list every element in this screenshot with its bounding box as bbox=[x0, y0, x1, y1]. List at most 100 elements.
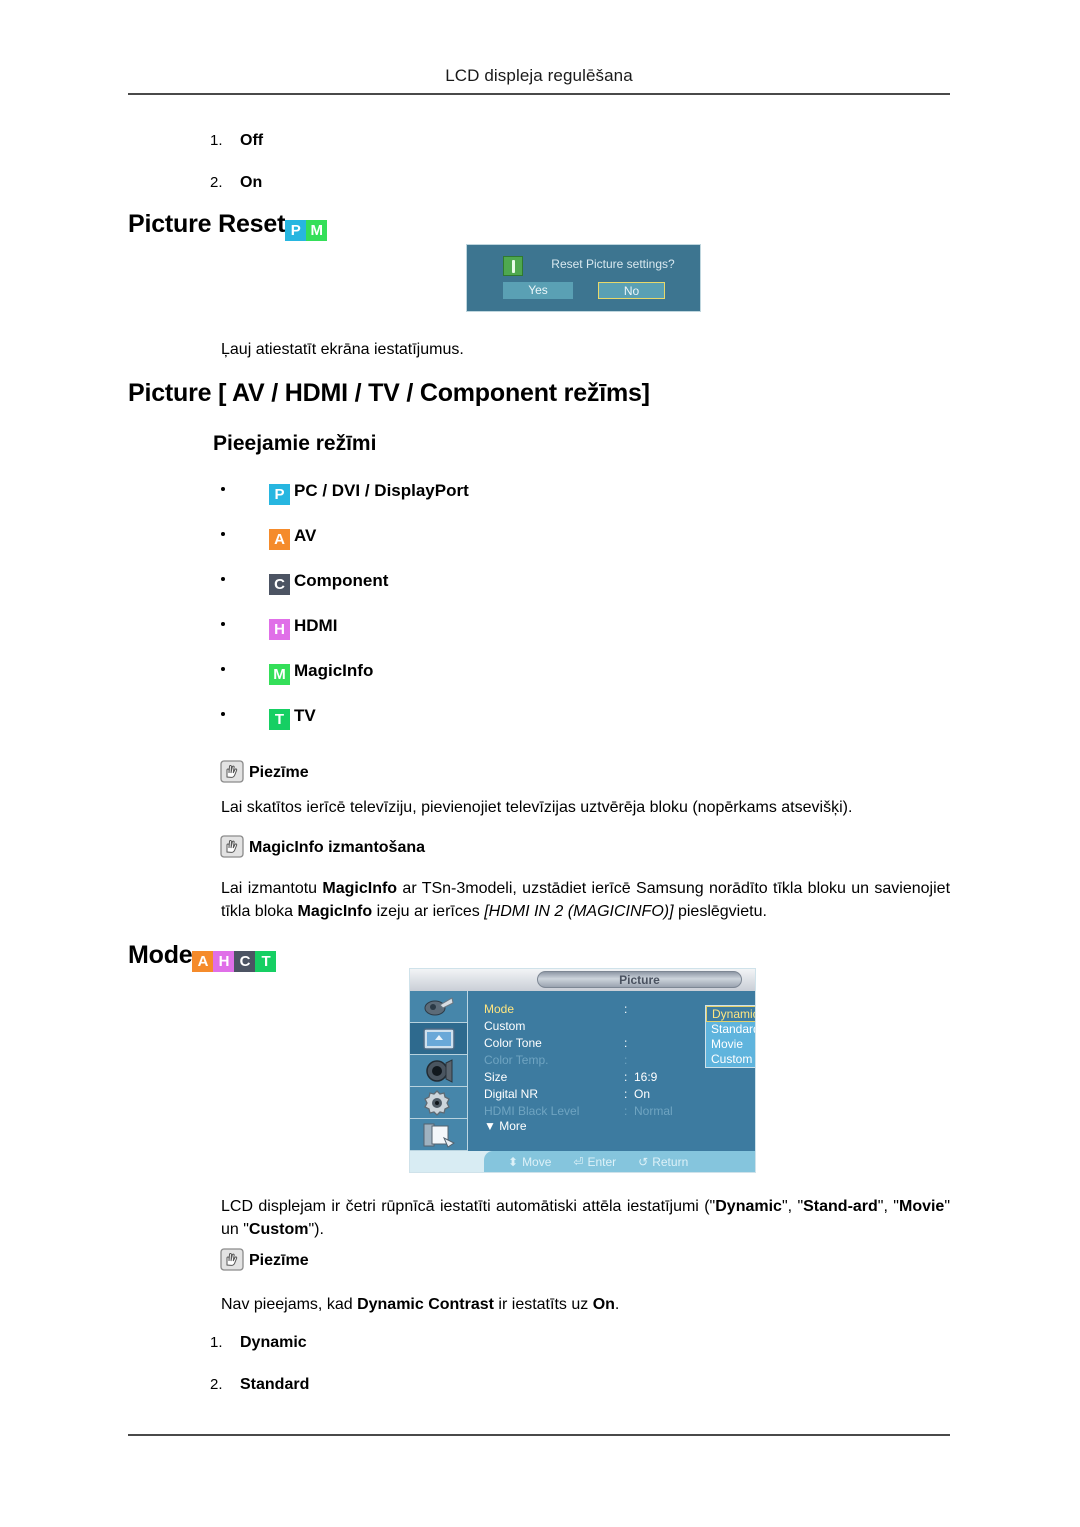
osd-dropdown-option-custom[interactable]: Custom bbox=[706, 1052, 755, 1067]
dialog-no-button[interactable]: No bbox=[598, 282, 665, 299]
list-item-label: MagicInfo bbox=[294, 661, 374, 680]
document-page: LCD displeja regulēšana 1. Off 2. On Pictu… bbox=[0, 0, 1080, 1527]
osd-footer-return-label: Return bbox=[652, 1155, 689, 1169]
text-run: ir iestatīts uz bbox=[493, 1296, 593, 1313]
note-body: Nav pieejams, kad Dynamic Contrast ir ie… bbox=[221, 1293, 950, 1316]
osd-body: Mode : Custom Color Tone : Color Temp. : bbox=[410, 991, 755, 1151]
osd-mode-dropdown[interactable]: Dynamic Standard Movie Custom bbox=[705, 1005, 755, 1068]
text-run-bold: On bbox=[592, 1296, 615, 1313]
badge-tv-icon: T bbox=[269, 709, 290, 730]
osd-row-size[interactable]: Size : 16:9 bbox=[484, 1069, 754, 1086]
badge-component-icon: C bbox=[234, 951, 256, 972]
text-run-bold: MagicInfo bbox=[297, 903, 373, 920]
list-item: 2. On bbox=[210, 174, 262, 192]
badge-hdmi-icon: H bbox=[269, 619, 290, 640]
badge-hdmi-icon: H bbox=[213, 951, 235, 972]
text-run-bold: Stand-ard bbox=[803, 1198, 878, 1215]
info-icon bbox=[503, 256, 523, 276]
list-item: A AV bbox=[221, 526, 741, 571]
osd-picture-menu: Picture Mode: Custom Color Tone: Color… bbox=[409, 968, 756, 1173]
input-source-icon bbox=[424, 997, 454, 1016]
list-item-content: T TV bbox=[269, 706, 316, 730]
osd-dropdown-option-movie[interactable]: Movie bbox=[706, 1037, 755, 1052]
text-run-italic: [HDMI IN 2 (MAGICINFO)] bbox=[484, 903, 674, 920]
available-modes-subheading: Pieejamie režīmi bbox=[213, 432, 377, 455]
osd-row-colon: : bbox=[624, 1053, 628, 1067]
list-item: 1. Off bbox=[210, 132, 263, 150]
dialog-message: Reset Picture settings? bbox=[551, 257, 675, 271]
osd-sidebar-item-multi-control[interactable] bbox=[410, 1119, 467, 1151]
list-item: P PC / DVI / DisplayPort bbox=[221, 481, 741, 526]
list-item-content: P PC / DVI / DisplayPort bbox=[269, 481, 469, 505]
list-item-label: Dynamic bbox=[240, 1334, 307, 1351]
osd-row-colon: : bbox=[624, 1070, 628, 1084]
osd-row-colon: : bbox=[624, 1002, 628, 1016]
text-run: pieslēgvietu. bbox=[673, 903, 767, 920]
osd-sidebar-item-sound[interactable] bbox=[410, 1055, 467, 1087]
osd-row-digital-nr[interactable]: Digital NR : On bbox=[484, 1086, 754, 1103]
list-item-label: Component bbox=[294, 571, 389, 590]
osd-row-hdmi-black-level: HDMI Black Level : Normal bbox=[484, 1103, 754, 1120]
note-hand-icon bbox=[220, 760, 244, 783]
text-run-bold: Movie bbox=[898, 1198, 945, 1215]
list-item-label: PC / DVI / DisplayPort bbox=[294, 481, 469, 500]
osd-sidebar-item-input[interactable] bbox=[410, 991, 467, 1023]
note-hand-icon bbox=[220, 835, 244, 858]
list-item-content: M MagicInfo bbox=[269, 661, 373, 685]
list-item: H HDMI bbox=[221, 616, 741, 661]
enter-key-icon: ⏎ bbox=[573, 1155, 584, 1169]
osd-more-label[interactable]: ▼ More bbox=[484, 1119, 527, 1133]
osd-footer-return: ↺ Return bbox=[638, 1155, 688, 1169]
note-title: Piezīme bbox=[249, 1252, 309, 1269]
list-item-label: On bbox=[240, 174, 263, 191]
osd-sidebar-item-setup[interactable] bbox=[410, 1087, 467, 1119]
mode-badge-group: PM bbox=[285, 212, 328, 241]
picture-reset-caption: Ļauj atiestatīt ekrāna iestatījumus. bbox=[221, 341, 464, 358]
list-item: C Component bbox=[221, 571, 741, 616]
osd-footer: ⬍ Move ⏎ Enter ↺ Return bbox=[410, 1151, 755, 1172]
list-item-number: 1. bbox=[210, 1334, 223, 1351]
note-heading: Piezīme bbox=[220, 760, 309, 783]
text-run: . bbox=[614, 1296, 620, 1313]
osd-footer-enter-label: Enter bbox=[587, 1155, 617, 1169]
note-body: Lai skatītos ierīcē televīziju, pievieno… bbox=[221, 799, 853, 816]
osd-sidebar-item-picture[interactable] bbox=[410, 1023, 467, 1055]
list-item: M MagicInfo bbox=[221, 661, 741, 706]
page-header-title: LCD displeja regulēšana bbox=[445, 66, 633, 85]
available-modes-list: P PC / DVI / DisplayPort A AV C Component H… bbox=[221, 481, 741, 751]
osd-row-value: Normal bbox=[634, 1104, 673, 1118]
note-heading: Piezīme bbox=[220, 1248, 309, 1271]
badge-av-icon: A bbox=[192, 951, 214, 972]
list-item: T TV bbox=[221, 706, 741, 751]
osd-footer-move: ⬍ Move bbox=[508, 1155, 551, 1169]
badge-magicinfo-icon: M bbox=[269, 664, 290, 685]
osd-row-value: 16:9 bbox=[634, 1070, 658, 1084]
picture-reset-heading: Picture Reset P M bbox=[128, 210, 328, 241]
dialog-yes-button[interactable]: Yes bbox=[503, 282, 573, 299]
text-run: Lai izmantotu bbox=[221, 880, 323, 897]
osd-dropdown-option-standard[interactable]: Standard bbox=[706, 1022, 755, 1037]
note-title: Piezīme bbox=[249, 764, 309, 781]
osd-title-bar: Picture bbox=[410, 969, 755, 991]
osd-dropdown-option-dynamic[interactable]: Dynamic bbox=[706, 1006, 755, 1022]
text-run: ", " bbox=[781, 1198, 804, 1215]
text-run-bold: Custom bbox=[248, 1221, 309, 1238]
list-item: 1. Dynamic bbox=[210, 1334, 307, 1352]
osd-footer-bar: ⬍ Move ⏎ Enter ↺ Return bbox=[484, 1151, 755, 1172]
mode-heading-text: Mode bbox=[128, 941, 193, 969]
list-item-number: 2. bbox=[210, 1376, 223, 1393]
badge-component-icon: C bbox=[269, 574, 290, 595]
osd-row-label: Size bbox=[484, 1070, 508, 1084]
osd-row-label: Color Temp. bbox=[484, 1053, 549, 1067]
osd-row-colon: : bbox=[624, 1087, 628, 1101]
bullet-icon bbox=[221, 487, 225, 491]
list-item-content: C Component bbox=[269, 571, 388, 595]
osd-menu-rows: Mode : Custom Color Tone : Color Temp. : bbox=[484, 1001, 755, 1120]
list-item-label: HDMI bbox=[294, 616, 338, 635]
badge-av-icon: A bbox=[269, 529, 290, 550]
mode-heading: Mode A H C T bbox=[128, 941, 277, 972]
osd-row-label: Custom bbox=[484, 1019, 526, 1033]
picture-reset-heading-text: Picture Reset bbox=[128, 210, 286, 238]
bullet-icon bbox=[221, 532, 225, 536]
note-title: MagicInfo izmantošana bbox=[249, 839, 426, 856]
